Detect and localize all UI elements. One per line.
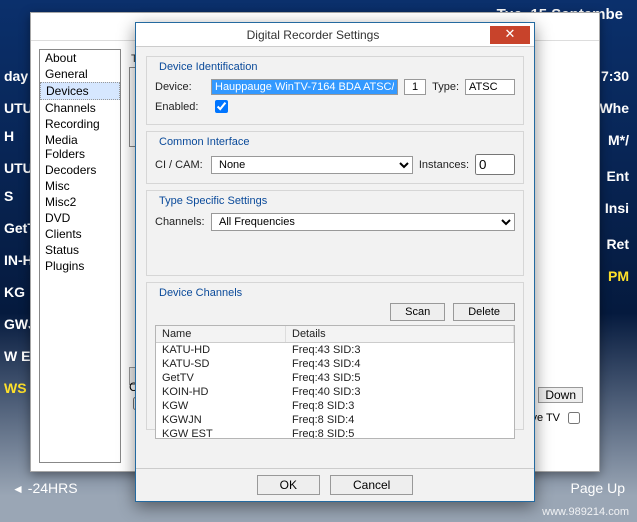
group-title-dc: Device Channels <box>155 287 246 299</box>
group-title-ci: Common Interface <box>155 136 253 148</box>
group-title-ts: Type Specific Settings <box>155 195 271 207</box>
type-specific-group: Type Specific Settings Channels: All Fre… <box>146 190 524 276</box>
col-details[interactable]: Details <box>286 326 514 342</box>
sidebar-item-clients[interactable]: Clients <box>40 226 120 242</box>
cancel-button[interactable]: Cancel <box>330 475 413 495</box>
device-channels-group: Device Channels Scan Delete Name Details… <box>146 282 524 430</box>
channels-select[interactable]: All Frequencies <box>211 213 515 231</box>
sidebar-item-devices[interactable]: Devices <box>40 82 120 100</box>
close-button[interactable]: ✕ <box>490 26 530 44</box>
device-identification-group: Device Identification Device: Type: Enab… <box>146 56 524 125</box>
instances-spinner[interactable] <box>475 154 515 175</box>
instances-label: Instances: <box>419 159 469 171</box>
sidebar-item-decoders[interactable]: Decoders <box>40 162 120 178</box>
sidebar-item-channels[interactable]: Channels <box>40 100 120 116</box>
table-row[interactable]: KGWJNFreq:8 SID:4 <box>156 413 514 427</box>
col-name[interactable]: Name <box>156 326 286 342</box>
sidebar-item-recording[interactable]: Recording <box>40 116 120 132</box>
settings-sidebar[interactable]: AboutGeneralDevicesChannelsRecordingMedi… <box>39 49 121 463</box>
table-row[interactable]: KATU-HDFreq:43 SID:3 <box>156 343 514 357</box>
sidebar-item-misc[interactable]: Misc <box>40 178 120 194</box>
enabled-checkbox[interactable] <box>215 100 228 113</box>
table-row[interactable]: KATU-SDFreq:43 SID:4 <box>156 357 514 371</box>
device-number-field[interactable] <box>404 79 426 95</box>
device-field[interactable] <box>211 79 398 95</box>
common-interface-group: Common Interface CI / CAM: None Instance… <box>146 131 524 184</box>
guide-right-items: 7:30WheM*/EntInsiRetPM <box>597 60 637 292</box>
nav-back-24hrs[interactable]: ◄ -24HRS <box>12 480 78 496</box>
sidebar-item-media folders[interactable]: Media Folders <box>40 132 120 162</box>
channels-label: Channels: <box>155 216 205 228</box>
priority-down-button[interactable]: Down <box>538 387 583 403</box>
table-row[interactable]: GetTVFreq:43 SID:5 <box>156 371 514 385</box>
cicam-select[interactable]: None <box>211 156 413 174</box>
cicam-label: CI / CAM: <box>155 159 205 171</box>
group-title-identification: Device Identification <box>155 61 261 73</box>
scan-button[interactable]: Scan <box>390 303 445 321</box>
watermark: www.989214.com <box>542 506 629 518</box>
sidebar-item-plugins[interactable]: Plugins <box>40 258 120 274</box>
device-label: Device: <box>155 81 205 93</box>
sidebar-item-status[interactable]: Status <box>40 242 120 258</box>
table-row[interactable]: KGWFreq:8 SID:3 <box>156 399 514 413</box>
delete-button[interactable]: Delete <box>453 303 515 321</box>
type-label: Type: <box>432 81 459 93</box>
enabled-label: Enabled: <box>155 101 205 113</box>
sidebar-item-misc2[interactable]: Misc2 <box>40 194 120 210</box>
sidebar-item-about[interactable]: About <box>40 50 120 66</box>
ok-button[interactable]: OK <box>257 475 320 495</box>
sidebar-item-dvd[interactable]: DVD <box>40 210 120 226</box>
dialog-title: Digital Recorder Settings <box>136 28 490 42</box>
digital-recorder-dialog: Digital Recorder Settings ✕ Device Ident… <box>135 22 535 502</box>
type-field[interactable] <box>465 79 515 95</box>
channel-table[interactable]: Name Details KATU-HDFreq:43 SID:3KATU-SD… <box>155 325 515 439</box>
sidebar-item-general[interactable]: General <box>40 66 120 82</box>
nav-page-up[interactable]: Page Up <box>571 480 625 496</box>
live-priority-checkbox[interactable] <box>568 412 580 424</box>
table-row[interactable]: KGW ESTFreq:8 SID:5 <box>156 427 514 439</box>
table-row[interactable]: KOIN-HDFreq:40 SID:3 <box>156 385 514 399</box>
